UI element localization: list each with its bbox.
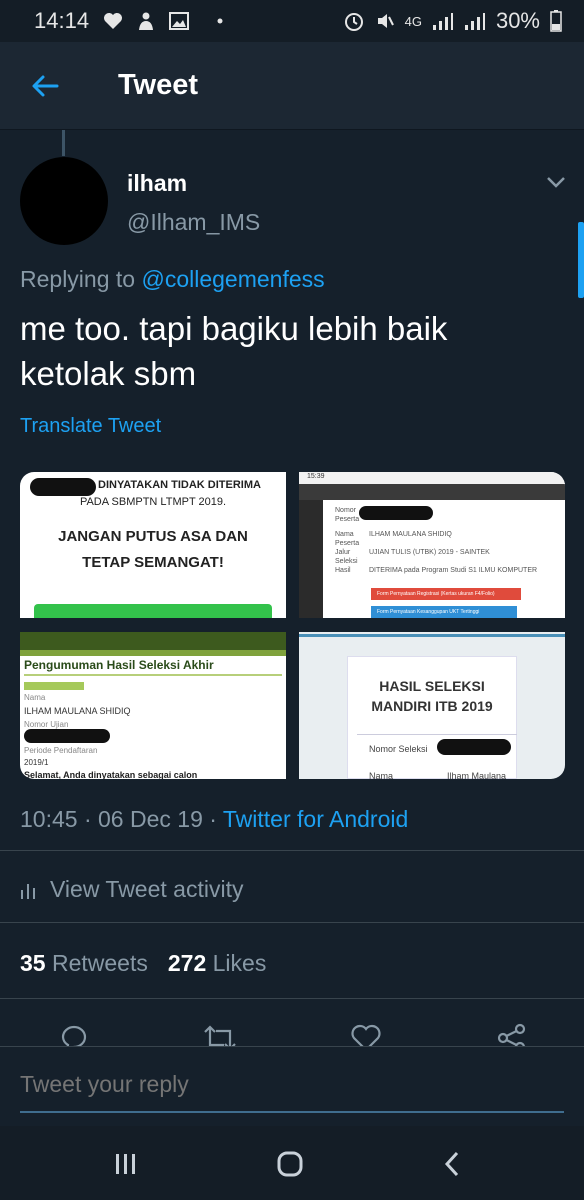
thread-line <box>62 130 65 156</box>
m3-label-nama: Nama <box>24 693 46 702</box>
m2-row-value: UJIAN TULIS (UTBK) 2019 - SAINTEK <box>369 549 490 556</box>
m1-green-button <box>34 604 272 618</box>
replying-prefix: Replying to <box>20 266 136 292</box>
recent-apps-icon <box>116 1154 135 1174</box>
m4-label-nomor: Nomor Seleksi <box>369 744 428 754</box>
view-tweet-activity-label: View Tweet activity <box>50 876 244 902</box>
android-nav-bar <box>0 1126 584 1200</box>
redaction <box>24 729 110 743</box>
avatar[interactable] <box>20 157 108 245</box>
m2-row-label: Nomor Peserta <box>335 507 360 523</box>
tweet-stats: 35 Retweets 272 Likes <box>20 950 266 977</box>
mute-icon <box>375 11 395 31</box>
replying-to: Replying to @collegemenfess <box>20 266 325 293</box>
m1-line2: PADA SBMPTN LTMPT 2019. <box>79 496 227 508</box>
m1-line3: JANGAN PUTUS ASA DAN <box>58 528 248 545</box>
m2-row-label: Nama Peserta <box>335 531 360 547</box>
m2-btn1: Form Pernyataan Registrasi (Kertas ukura… <box>371 588 521 600</box>
heart-notification-icon <box>103 12 123 30</box>
m2-row-value: ILHAM MAULANA SHIDIQ <box>369 531 452 538</box>
tweet-time: 10:45 <box>20 806 78 832</box>
scrollbar[interactable] <box>578 222 584 298</box>
m2-row-label: Hasil <box>335 567 351 574</box>
m2-row-value: DITERIMA pada Program Studi S1 ILMU KOMP… <box>369 567 538 574</box>
divider <box>0 850 584 851</box>
divider <box>0 998 584 999</box>
m3-footer: Selamat, Anda dinyatakan sebagai calon <box>24 770 198 779</box>
reply-underline <box>20 1111 564 1113</box>
m3-label-periode: Periode Pendaftaran <box>24 746 98 755</box>
replying-handle-link[interactable]: @collegemenfess <box>141 266 324 292</box>
redaction <box>30 478 96 496</box>
signal-icon-2 <box>464 11 486 31</box>
media-image-1[interactable]: DINYATAKAN TIDAK DITERIMA PADA SBMPTN LT… <box>20 472 286 618</box>
back-arrow-icon <box>32 75 59 96</box>
status-time: 14:14 <box>34 8 90 33</box>
m4-nama: Ilham Maulana <box>447 771 507 779</box>
media-image-2[interactable]: 15:39 Nomor Peserta Nama Peserta ILHAM MA… <box>299 472 565 618</box>
status-bar: 14:14 4G 30% <box>0 0 584 42</box>
reply-input[interactable] <box>20 1071 564 1098</box>
tweet-actions <box>0 1014 584 1055</box>
m2-btn2: Form Pernyataan Kesanggupan UKT Tertingg… <box>371 606 517 618</box>
tweet-text: me too. tapi bagiku lebih baik ketolak s… <box>20 310 448 392</box>
m2-time: 15:39 <box>307 473 325 480</box>
home-icon <box>277 1151 303 1177</box>
m3-nama: ILHAM MAULANA SHIDIQ <box>24 706 131 716</box>
likes-count: 272 <box>167 950 207 976</box>
home-button[interactable] <box>270 1144 310 1184</box>
likes-label: Likes <box>212 950 267 976</box>
retweets-count: 35 <box>20 950 46 976</box>
dot-icon <box>217 18 223 24</box>
m3-title: Pengumuman Hasil Seleksi Akhir <box>24 658 214 672</box>
author-handle[interactable]: @Ilham_IMS <box>127 209 260 236</box>
back-button[interactable] <box>0 42 90 130</box>
media-grid: DINYATAKAN TIDAK DITERIMA PADA SBMPTN LT… <box>20 472 565 779</box>
app-notification-icon <box>137 11 155 31</box>
m2-row-label: Jalur Seleksi <box>335 549 358 565</box>
tweet-date: 06 Dec 19 <box>98 806 203 832</box>
divider <box>0 922 584 923</box>
recent-apps-button[interactable] <box>106 1144 146 1184</box>
m3-periode: 2019/1 <box>24 758 49 767</box>
m4-label-nama: Nama <box>369 771 394 779</box>
bar-chart-icon <box>21 883 35 899</box>
chevron-left-icon <box>444 1151 459 1177</box>
battery-icon <box>550 10 562 32</box>
media-image-3[interactable]: Pengumuman Hasil Seleksi Akhir Nama ILHA… <box>20 632 286 779</box>
media-image-4[interactable]: HASIL SELEKSI MANDIRI ITB 2019 Nomor Sel… <box>299 632 565 779</box>
redaction <box>359 506 433 520</box>
redaction <box>437 739 511 755</box>
signal-icon <box>432 11 454 31</box>
tweet-source-link[interactable]: Twitter for Android <box>223 806 408 832</box>
view-tweet-activity-button[interactable]: View Tweet activity <box>20 876 243 903</box>
retweets-stat[interactable]: 35 Retweets <box>20 950 148 977</box>
app-header: Tweet <box>0 42 584 130</box>
reply-bar <box>0 1046 584 1126</box>
m4-title-line2: MANDIRI ITB 2019 <box>371 698 493 714</box>
tweet-options-button[interactable] <box>544 170 568 194</box>
system-back-button[interactable] <box>432 1144 472 1184</box>
network-type: 4G <box>404 13 422 29</box>
retweets-label: Retweets <box>51 950 148 976</box>
m4-title-line1: HASIL SELEKSI <box>379 678 485 694</box>
alarm-icon <box>343 10 365 32</box>
m3-label-nomor: Nomor Ujian <box>24 720 69 729</box>
image-notification-icon <box>169 12 190 30</box>
m1-line1: DINYATAKAN TIDAK DITERIMA <box>98 479 261 491</box>
translate-tweet-link[interactable]: Translate Tweet <box>20 415 161 438</box>
page-title: Tweet <box>118 69 199 101</box>
author-name[interactable]: ilham <box>127 170 187 197</box>
m1-line4: TETAP SEMANGAT! <box>82 554 224 571</box>
likes-stat[interactable]: 272 Likes <box>168 950 266 977</box>
chevron-down-icon <box>547 177 565 188</box>
tweet-timestamp: 10:45 · 06 Dec 19 · Twitter for Android <box>20 806 409 832</box>
battery-percent: 30% <box>495 8 540 33</box>
